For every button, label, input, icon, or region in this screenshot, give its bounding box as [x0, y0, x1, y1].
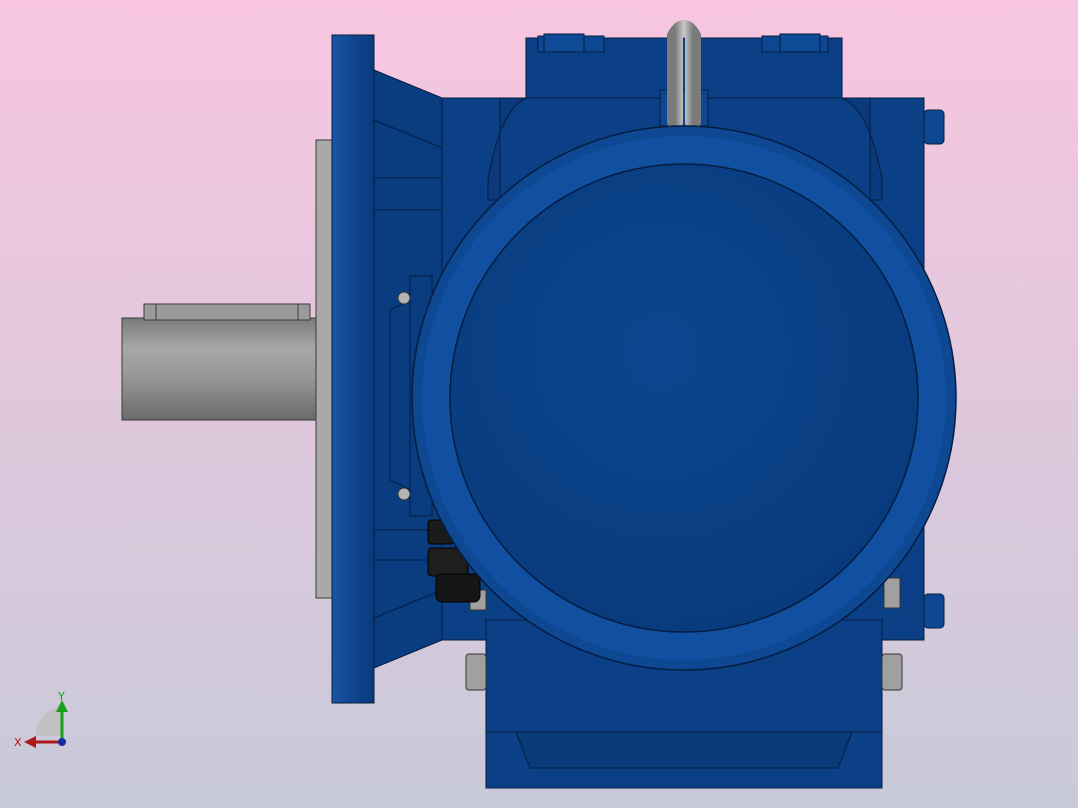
output-shaft[interactable] — [121, 303, 321, 421]
motor-fan-cover[interactable] — [411, 125, 957, 671]
z-axis-dot — [58, 738, 66, 746]
gear-motor-model[interactable]: Y X — [0, 0, 1078, 808]
x-axis-label: X — [14, 736, 22, 749]
spigot-ring — [315, 139, 335, 599]
cad-viewport[interactable]: Y X — [0, 0, 1078, 808]
y-axis-label: Y — [57, 690, 65, 703]
output-flange[interactable] — [331, 34, 375, 704]
